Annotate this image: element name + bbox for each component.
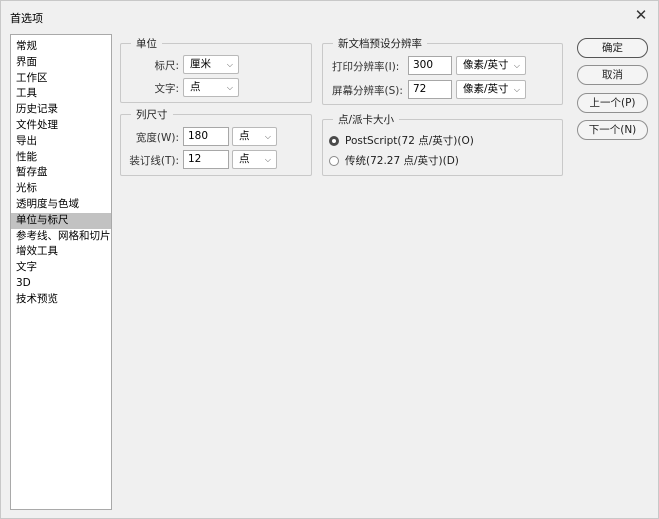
- gutter-unit-select[interactable]: 点 ⌵: [232, 150, 277, 169]
- traditional-radio-label: 传统(72.27 点/英寸)(D): [345, 155, 459, 167]
- traditional-radio[interactable]: [329, 155, 339, 166]
- type-unit-value: 点: [190, 81, 201, 93]
- chevron-down-icon: ⌵: [226, 83, 233, 92]
- rulers-unit-select[interactable]: 厘米 ⌵: [183, 55, 239, 74]
- sidebar-item[interactable]: 暂存盘: [11, 165, 111, 181]
- rulers-label: 标尺:: [154, 60, 179, 72]
- width-unit-select[interactable]: 点 ⌵: [232, 127, 277, 146]
- width-unit-value: 点: [239, 130, 250, 142]
- screen-resolution-unit-value: 像素/英寸: [463, 83, 509, 95]
- column-size-group-title: 列尺寸: [131, 107, 173, 122]
- sidebar-item[interactable]: 光标: [11, 181, 111, 197]
- gutter-input[interactable]: 12: [183, 150, 229, 169]
- sidebar-item[interactable]: 文字: [11, 260, 111, 276]
- point-size-group-title: 点/派卡大小: [333, 112, 400, 127]
- print-resolution-label: 打印分辨率(I):: [332, 61, 400, 73]
- sidebar-item[interactable]: 导出: [11, 134, 111, 150]
- sidebar-item[interactable]: 界面: [11, 55, 111, 71]
- print-resolution-unit-value: 像素/英寸: [463, 59, 509, 71]
- sidebar-item[interactable]: 工具: [11, 86, 111, 102]
- screen-resolution-unit-select[interactable]: 像素/英寸 ⌵: [456, 80, 526, 99]
- width-input[interactable]: 180: [183, 127, 229, 146]
- sidebar-item[interactable]: 历史记录: [11, 102, 111, 118]
- chevron-down-icon: ⌵: [513, 85, 520, 94]
- previous-button[interactable]: 上一个(P): [577, 93, 648, 113]
- cancel-button[interactable]: 取消: [577, 65, 648, 85]
- screen-resolution-label: 屏幕分辨率(S):: [332, 85, 403, 97]
- next-button[interactable]: 下一个(N): [577, 120, 648, 140]
- preferences-dialog: 首选项 ✕ 常规 界面 工作区 工具 历史记录 文件处理 导出 性能 暂存盘 光标 透明度与色域 单位…: [0, 0, 659, 519]
- chevron-down-icon: ⌵: [513, 61, 520, 70]
- ok-button[interactable]: 确定: [577, 38, 648, 58]
- sidebar-item[interactable]: 参考线、网格和切片: [11, 229, 111, 245]
- new-doc-resolution-title: 新文档预设分辨率: [333, 36, 427, 51]
- sidebar-item[interactable]: 透明度与色域: [11, 197, 111, 213]
- chevron-down-icon: ⌵: [226, 60, 233, 69]
- dialog-title: 首选项: [10, 12, 43, 25]
- sidebar-item[interactable]: 文件处理: [11, 118, 111, 134]
- sidebar-item[interactable]: 技术预览: [11, 292, 111, 308]
- width-label: 宽度(W):: [135, 132, 179, 144]
- postscript-radio-label: PostScript(72 点/英寸)(O): [345, 135, 474, 147]
- screen-resolution-input[interactable]: 72: [408, 80, 452, 99]
- gutter-label: 装订线(T):: [129, 155, 179, 167]
- rulers-unit-value: 厘米: [190, 58, 211, 70]
- gutter-unit-value: 点: [239, 153, 250, 165]
- sidebar-item[interactable]: 单位与标尺: [11, 212, 111, 229]
- postscript-radio-option[interactable]: PostScript(72 点/英寸)(O): [329, 133, 474, 148]
- print-resolution-unit-select[interactable]: 像素/英寸 ⌵: [456, 56, 526, 75]
- traditional-radio-option[interactable]: 传统(72.27 点/英寸)(D): [329, 153, 459, 168]
- postscript-radio[interactable]: [329, 135, 339, 146]
- sidebar-item[interactable]: 性能: [11, 150, 111, 166]
- sidebar-item[interactable]: 3D: [11, 276, 111, 292]
- type-unit-select[interactable]: 点 ⌵: [183, 78, 239, 97]
- sidebar-item[interactable]: 工作区: [11, 71, 111, 87]
- type-label: 文字:: [154, 83, 179, 95]
- sidebar-item[interactable]: 增效工具: [11, 244, 111, 260]
- close-icon[interactable]: ✕: [632, 6, 650, 24]
- chevron-down-icon: ⌵: [264, 132, 271, 141]
- chevron-down-icon: ⌵: [264, 155, 271, 164]
- units-group-title: 单位: [131, 36, 162, 51]
- category-list: 常规 界面 工作区 工具 历史记录 文件处理 导出 性能 暂存盘 光标 透明度与色域 单位与标尺 参考线…: [10, 34, 112, 510]
- title-bar: 首选项 ✕: [1, 1, 658, 31]
- print-resolution-input[interactable]: 300: [408, 56, 452, 75]
- sidebar-item[interactable]: 常规: [11, 39, 111, 55]
